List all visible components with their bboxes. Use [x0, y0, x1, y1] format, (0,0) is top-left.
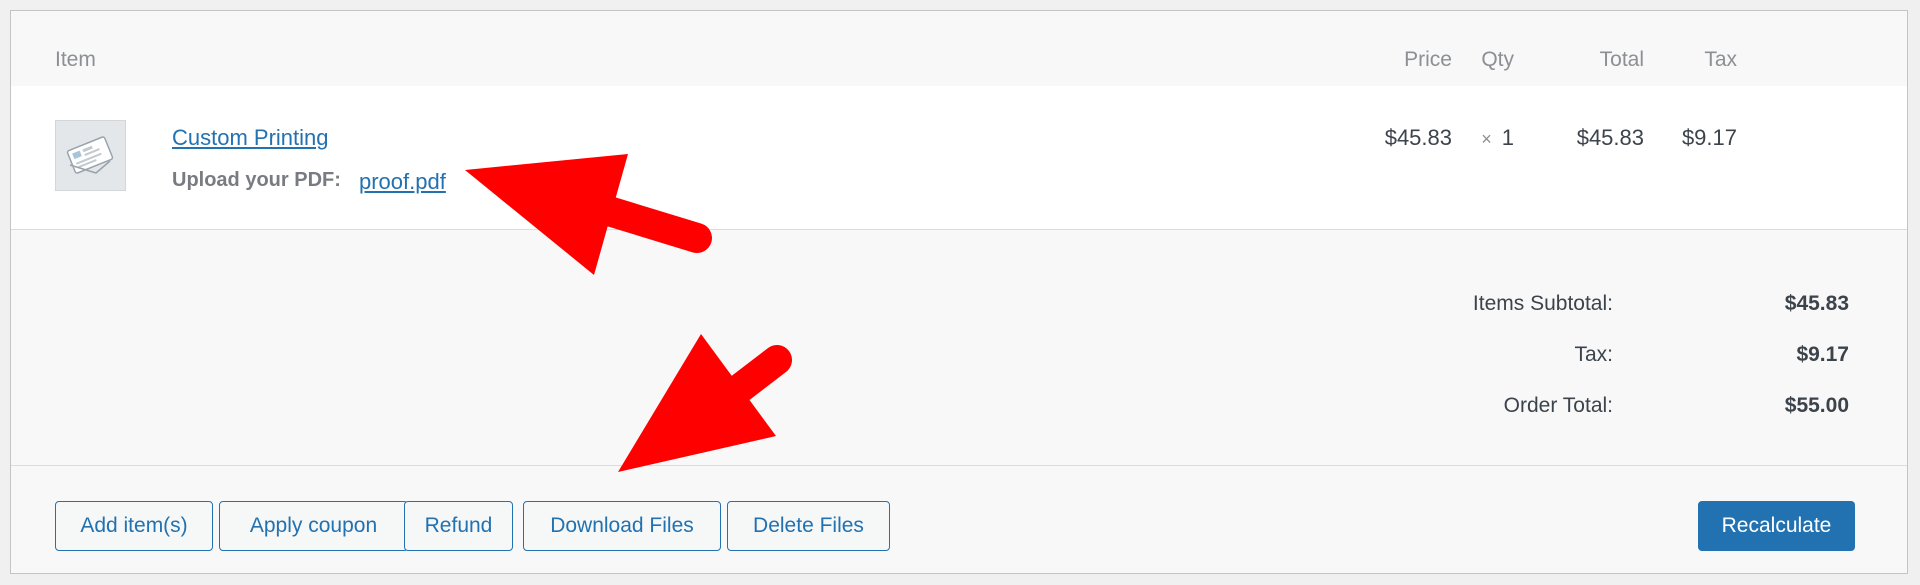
order-totals: Items Subtotal: $45.83 Tax: $9.17 Order … — [11, 230, 1907, 466]
table-header: Item Price Qty Total Tax — [11, 11, 1907, 86]
recalculate-button[interactable]: Recalculate — [1698, 501, 1855, 551]
row-qty-value: 1 — [1501, 125, 1514, 150]
apply-coupon-button[interactable]: Apply coupon — [219, 501, 408, 551]
add-items-button[interactable]: Add item(s) — [55, 501, 213, 551]
order-total-label: Order Total: — [1503, 394, 1613, 417]
product-thumbnail-icon — [55, 120, 126, 191]
order-actions: Add item(s) Apply coupon Refund Download… — [11, 466, 1907, 574]
upload-pdf-label: Upload your PDF: — [172, 169, 341, 191]
uploaded-file-link[interactable]: proof.pdf — [359, 169, 446, 195]
table-row: Custom Printing Upload your PDF: proof.p… — [11, 86, 1907, 230]
download-files-button[interactable]: Download Files — [523, 501, 721, 551]
row-qty: × 1 — [1481, 125, 1514, 151]
header-price: Price — [1404, 48, 1452, 71]
refund-button[interactable]: Refund — [404, 501, 513, 551]
order-items-panel: Item Price Qty Total Tax Custom Printing… — [10, 10, 1908, 574]
row-total: $45.83 — [1576, 125, 1644, 150]
quantity-multiplier-icon: × — [1481, 129, 1492, 149]
row-tax: $9.17 — [1681, 125, 1737, 150]
order-total-value: $55.00 — [1784, 394, 1849, 417]
header-item: Item — [55, 48, 96, 71]
product-name-link[interactable]: Custom Printing — [172, 125, 329, 151]
header-total: Total — [1599, 48, 1644, 71]
header-tax: Tax — [1704, 48, 1737, 71]
header-qty: Qty — [1481, 48, 1514, 71]
tax-label: Tax: — [1574, 343, 1613, 366]
items-subtotal-label: Items Subtotal: — [1472, 292, 1613, 315]
delete-files-button[interactable]: Delete Files — [727, 501, 890, 551]
tax-value: $9.17 — [1796, 343, 1849, 366]
row-price: $45.83 — [1384, 125, 1452, 150]
items-subtotal-value: $45.83 — [1784, 292, 1849, 315]
